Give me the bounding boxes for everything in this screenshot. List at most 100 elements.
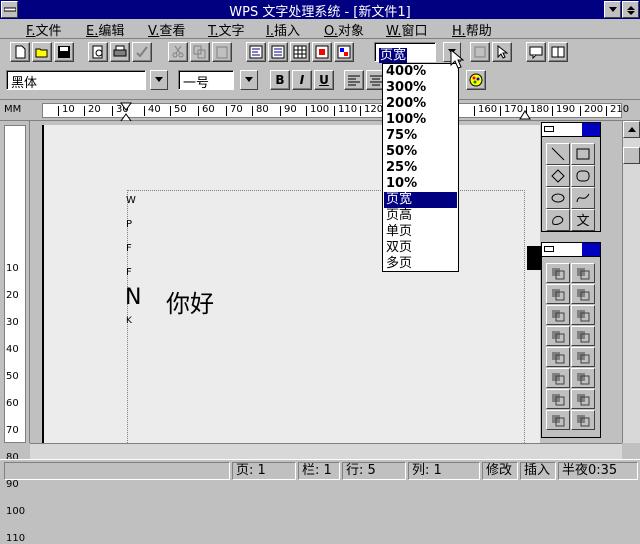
save-button[interactable]	[54, 42, 74, 62]
arrange-tool-icon[interactable]	[571, 284, 595, 304]
font-name-dropdown[interactable]	[150, 70, 168, 90]
bold-button[interactable]: B	[270, 70, 290, 90]
cut-button[interactable]	[168, 42, 188, 62]
zoom-option[interactable]: 100%	[384, 112, 457, 128]
arrange-tool-icon[interactable]	[546, 305, 570, 325]
vertical-scrollbar[interactable]	[622, 121, 640, 443]
arrange-tool-icon[interactable]	[546, 284, 570, 304]
align-left-frame-button[interactable]	[246, 42, 266, 62]
zoom-option[interactable]: 400%	[384, 64, 457, 80]
spell-check-button[interactable]	[132, 42, 152, 62]
menu-object[interactable]: O.对象	[324, 20, 364, 39]
menu-help[interactable]: H.帮助	[452, 20, 492, 39]
rectangle-tool[interactable]	[571, 143, 595, 165]
horizontal-ruler[interactable]: MM 1020304050607080901001101201301601701…	[0, 99, 640, 122]
body-text[interactable]: 你好	[166, 284, 214, 319]
align-left-button[interactable]	[344, 70, 364, 90]
menu-insert[interactable]: I.插入	[266, 20, 300, 39]
frame-button[interactable]	[470, 42, 490, 62]
zoom-dropdown-list[interactable]: 400% 300% 200% 100% 75% 50% 25% 10% 页宽 页高 单页 双页 多页	[382, 63, 459, 272]
vruler-scale	[4, 125, 26, 443]
zoom-option[interactable]: 单页	[384, 224, 457, 240]
print-button[interactable]	[110, 42, 130, 62]
status-insert[interactable]: 插入	[520, 462, 556, 480]
underline-button[interactable]: U	[314, 70, 334, 90]
zoom-option[interactable]: 50%	[384, 144, 457, 160]
menu-bar: F.文件 E.编辑 V.查看 T.文字 I.插入 O.对象 W.窗口 H.帮助	[0, 19, 640, 39]
book-button[interactable]	[548, 42, 568, 62]
ruler-tick-mark	[474, 106, 475, 116]
palette2-close-icon[interactable]	[544, 246, 554, 252]
palette2-grip[interactable]	[527, 246, 541, 270]
menu-view[interactable]: V.查看	[148, 20, 185, 39]
ruler-tick-mark	[252, 106, 253, 116]
line-tool[interactable]	[546, 143, 570, 165]
freeform-tool[interactable]	[546, 209, 570, 231]
font-size-input[interactable]: 一号	[178, 70, 234, 91]
minimize-button[interactable]	[604, 1, 621, 18]
menu-window[interactable]: W.窗口	[386, 20, 428, 39]
zoom-option[interactable]: 200%	[384, 96, 457, 112]
comment-button[interactable]	[526, 42, 546, 62]
arrange-tool-icon[interactable]	[571, 347, 595, 367]
zoom-select[interactable]: 页宽	[374, 42, 436, 63]
copy-button[interactable]	[190, 42, 210, 62]
margin-marks: W P F F	[126, 189, 138, 285]
italic-button[interactable]: I	[292, 70, 312, 90]
arrange-tool-icon[interactable]	[571, 263, 595, 283]
pointer-button[interactable]	[492, 42, 512, 62]
zoom-option[interactable]: 页宽	[384, 192, 457, 208]
palette-close-icon[interactable]	[544, 126, 554, 132]
object-button[interactable]	[334, 42, 354, 62]
open-file-button[interactable]	[32, 42, 52, 62]
table-button[interactable]	[290, 42, 310, 62]
text-tool[interactable]: 文	[571, 209, 595, 231]
zoom-option[interactable]: 10%	[384, 176, 457, 192]
status-mode[interactable]: 修改	[482, 462, 518, 480]
scroll-thumb[interactable]	[623, 147, 640, 164]
picture-button[interactable]	[312, 42, 332, 62]
menu-file[interactable]: F.文件	[26, 20, 62, 39]
text-frame-button[interactable]	[268, 42, 288, 62]
print-preview-button[interactable]	[88, 42, 108, 62]
vertical-ruler[interactable]: 10 20 30 40 50 60 70 80 90 100 110	[0, 121, 30, 544]
zoom-option[interactable]: 75%	[384, 128, 457, 144]
arrange-tool-icon[interactable]	[571, 326, 595, 346]
zoom-option[interactable]: 页高	[384, 208, 457, 224]
arrange-tool-icon[interactable]	[546, 368, 570, 388]
arrange-tool-icon[interactable]	[571, 389, 595, 409]
horizontal-scrollbar[interactable]	[30, 443, 622, 459]
zoom-option[interactable]: 双页	[384, 240, 457, 256]
scroll-up-button[interactable]	[623, 121, 640, 138]
ellipse-tool[interactable]	[546, 187, 570, 209]
menu-edit[interactable]: E.编辑	[86, 20, 124, 39]
arrange-tool-icon[interactable]	[571, 410, 595, 430]
curve-tool[interactable]	[571, 187, 595, 209]
paste-button[interactable]	[212, 42, 232, 62]
left-indent-marker[interactable]	[120, 102, 132, 122]
right-indent-marker[interactable]	[519, 108, 531, 120]
maximize-button[interactable]	[622, 1, 639, 18]
ruler-unit: MM	[4, 104, 22, 115]
diamond-tool[interactable]	[546, 165, 570, 187]
arrange-tool-icon[interactable]	[546, 347, 570, 367]
zoom-option[interactable]: 300%	[384, 80, 457, 96]
ruler-tick-mark	[334, 106, 335, 116]
arrange-tool-icon[interactable]	[546, 389, 570, 409]
arrange-tool-icon[interactable]	[546, 263, 570, 283]
color-palette-button[interactable]	[466, 70, 486, 90]
arrange-tool-icon[interactable]	[571, 305, 595, 325]
font-size-dropdown[interactable]	[240, 70, 258, 90]
arrange-tool-icon[interactable]	[546, 326, 570, 346]
palette-titlebar[interactable]	[542, 123, 600, 137]
palette2-titlebar[interactable]	[542, 243, 600, 257]
font-name-input[interactable]: 黑体	[6, 70, 146, 91]
vruler-tick-label: 90	[6, 479, 19, 490]
new-file-button[interactable]	[10, 42, 30, 62]
arrange-tool-icon[interactable]	[571, 368, 595, 388]
zoom-option[interactable]: 多页	[384, 256, 457, 272]
zoom-option[interactable]: 25%	[384, 160, 457, 176]
menu-text[interactable]: T.文字	[208, 20, 245, 39]
arrange-tool-icon[interactable]	[546, 410, 570, 430]
rounded-rect-tool[interactable]	[571, 165, 595, 187]
